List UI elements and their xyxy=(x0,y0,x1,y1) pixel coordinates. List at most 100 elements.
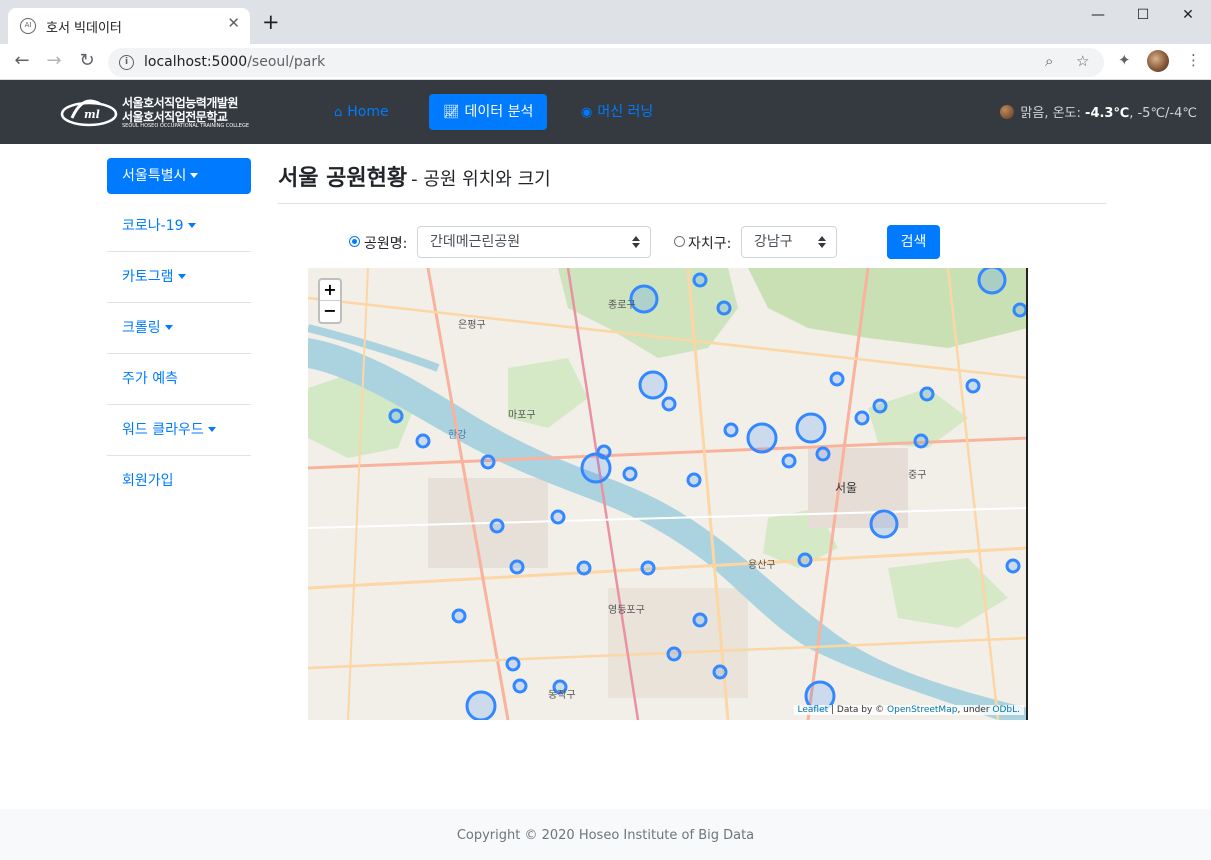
park-marker[interactable] xyxy=(829,371,845,387)
park-marker[interactable] xyxy=(415,433,431,449)
close-window-icon[interactable]: ✕ xyxy=(1165,4,1211,26)
bookmark-star-icon[interactable]: ☆ xyxy=(1076,52,1089,70)
profile-avatar[interactable] xyxy=(1147,50,1169,72)
forward-icon[interactable]: → xyxy=(42,50,66,72)
park-marker[interactable] xyxy=(622,466,638,482)
park-marker[interactable] xyxy=(795,412,827,444)
park-marker[interactable] xyxy=(686,472,702,488)
map-label: 서울 xyxy=(835,481,857,495)
park-marker[interactable] xyxy=(716,300,732,316)
caret-down-icon xyxy=(177,274,186,279)
park-label: 공원명: xyxy=(364,236,408,252)
osm-link[interactable]: OpenStreetMap xyxy=(887,705,957,715)
search-button[interactable]: 검색 xyxy=(887,225,940,259)
park-marker[interactable] xyxy=(723,422,739,438)
map-label: 용산구 xyxy=(748,559,776,571)
odbl-link[interactable]: ODbL. xyxy=(992,705,1020,715)
park-marker[interactable] xyxy=(797,552,813,568)
zoom-icon[interactable]: ⌕ xyxy=(1045,52,1053,70)
browser-toolbar: ← → ↻ i localhost:5000/seoul/park ⌕ ☆ ✦ … xyxy=(0,44,1211,80)
park-marker[interactable] xyxy=(692,612,708,628)
zoom-in-button[interactable]: + xyxy=(320,280,340,301)
park-radio[interactable] xyxy=(349,236,360,247)
park-marker[interactable] xyxy=(666,646,682,662)
nav-data-analysis[interactable]: 📈︎ 데이터 분석 xyxy=(429,94,548,130)
park-marker[interactable] xyxy=(869,509,899,539)
map-tiles[interactable]: 서울 종로구 마포구 용산구 한강 영등포구 은평구 중구 동작구 xyxy=(308,268,1028,720)
park-marker[interactable] xyxy=(505,656,521,672)
select-arrows-icon xyxy=(818,236,826,248)
park-marker[interactable] xyxy=(977,268,1007,295)
park-marker[interactable] xyxy=(489,518,505,534)
sidebar-item-crawling[interactable]: 크롤링 xyxy=(107,303,251,354)
leaflet-link[interactable]: Leaflet xyxy=(798,705,829,715)
park-marker[interactable] xyxy=(451,608,467,624)
home-icon: ⌂ xyxy=(334,105,343,120)
sidebar-item-cartogram[interactable]: 카토그램 xyxy=(107,252,251,303)
back-icon[interactable]: ← xyxy=(10,50,34,72)
browser-tabstrip: AI 호서 빅데이터 ✕ + — ☐ ✕ xyxy=(0,0,1211,44)
park-marker[interactable] xyxy=(1005,558,1021,574)
park-map[interactable]: 서울 종로구 마포구 용산구 한강 영등포구 은평구 중구 동작구 + − Le… xyxy=(308,268,1028,720)
park-marker[interactable] xyxy=(509,559,525,575)
map-label: 중구 xyxy=(908,469,926,481)
chart-icon: 📈︎ xyxy=(443,105,460,120)
address-bar[interactable]: i localhost:5000/seoul/park ⌕ ☆ xyxy=(108,48,1104,77)
park-marker[interactable] xyxy=(576,560,592,576)
park-marker[interactable] xyxy=(638,370,668,400)
map-label: 은평구 xyxy=(458,319,486,331)
divider xyxy=(278,203,1106,204)
site-info-icon[interactable]: i xyxy=(119,55,134,70)
park-marker[interactable] xyxy=(388,408,404,424)
page-title: 서울 공원현황 - 공원 위치와 크기 xyxy=(278,166,551,191)
site-logo[interactable]: ml 서울호서직업능력개발원 서울호서직업전문학교 SEOUL HOSEO OC… xyxy=(60,92,249,132)
park-marker[interactable] xyxy=(661,396,677,412)
sidebar-item-stock[interactable]: 주가 예측 xyxy=(107,354,251,405)
park-marker[interactable] xyxy=(512,678,528,694)
park-select[interactable]: 간데메근린공원 xyxy=(417,226,651,258)
park-marker[interactable] xyxy=(712,664,728,680)
park-marker[interactable] xyxy=(596,444,612,460)
park-marker[interactable] xyxy=(781,453,797,469)
sidebar-item-signup[interactable]: 회원가입 xyxy=(107,456,251,507)
menu-kebab-icon[interactable]: ⋮ xyxy=(1186,51,1201,69)
park-marker[interactable] xyxy=(965,378,981,394)
park-marker[interactable] xyxy=(746,422,778,454)
district-select[interactable]: 강남구 xyxy=(741,226,837,258)
map-label: 영등포구 xyxy=(608,604,645,616)
page-subtitle: - 공원 위치와 크기 xyxy=(411,169,551,190)
park-marker[interactable] xyxy=(480,454,496,470)
zoom-out-button[interactable]: − xyxy=(320,301,340,322)
tab-close-icon[interactable]: ✕ xyxy=(227,14,240,32)
logo-mark-icon: ml xyxy=(60,99,118,127)
map-label: 종로구 xyxy=(608,299,636,311)
district-radio[interactable] xyxy=(674,236,685,247)
sidebar-item-seoul[interactable]: 서울특별시 xyxy=(107,158,251,194)
park-marker[interactable] xyxy=(919,386,935,402)
park-marker[interactable] xyxy=(550,509,566,525)
sidebar-item-wordcloud[interactable]: 워드 클라우드 xyxy=(107,405,251,456)
park-marker[interactable] xyxy=(872,398,888,414)
select-arrows-icon xyxy=(632,236,640,248)
nav-machine-learning[interactable]: ◉ 머신 러닝 xyxy=(567,94,667,130)
park-marker[interactable] xyxy=(692,272,708,288)
minimize-icon[interactable]: — xyxy=(1075,4,1121,26)
sidebar-item-covid[interactable]: 코로나-19 xyxy=(107,201,251,252)
weather-widget: 맑음, 온도: -4.3℃, -5℃/-4℃ xyxy=(1000,102,1197,121)
browser-tab[interactable]: AI 호서 빅데이터 ✕ xyxy=(8,8,250,44)
url-text[interactable]: localhost:5000/seoul/park xyxy=(144,54,325,70)
sidebar: 서울특별시 코로나-19 카토그램 크롤링 주가 예측 워드 클라우드 회원가입 xyxy=(107,158,251,507)
park-marker[interactable] xyxy=(913,433,929,449)
new-tab-icon[interactable]: + xyxy=(262,12,280,33)
park-marker[interactable] xyxy=(465,690,497,720)
park-marker[interactable] xyxy=(1012,302,1026,318)
nav-home[interactable]: ⌂ Home xyxy=(320,94,403,130)
park-marker[interactable] xyxy=(815,446,831,462)
park-marker[interactable] xyxy=(854,410,870,426)
caret-down-icon xyxy=(207,427,216,432)
park-marker[interactable] xyxy=(640,560,656,576)
extensions-icon[interactable]: ✦ xyxy=(1118,51,1131,69)
maximize-icon[interactable]: ☐ xyxy=(1120,4,1166,26)
reload-icon[interactable]: ↻ xyxy=(75,50,99,72)
brain-icon: ◉ xyxy=(581,105,593,120)
